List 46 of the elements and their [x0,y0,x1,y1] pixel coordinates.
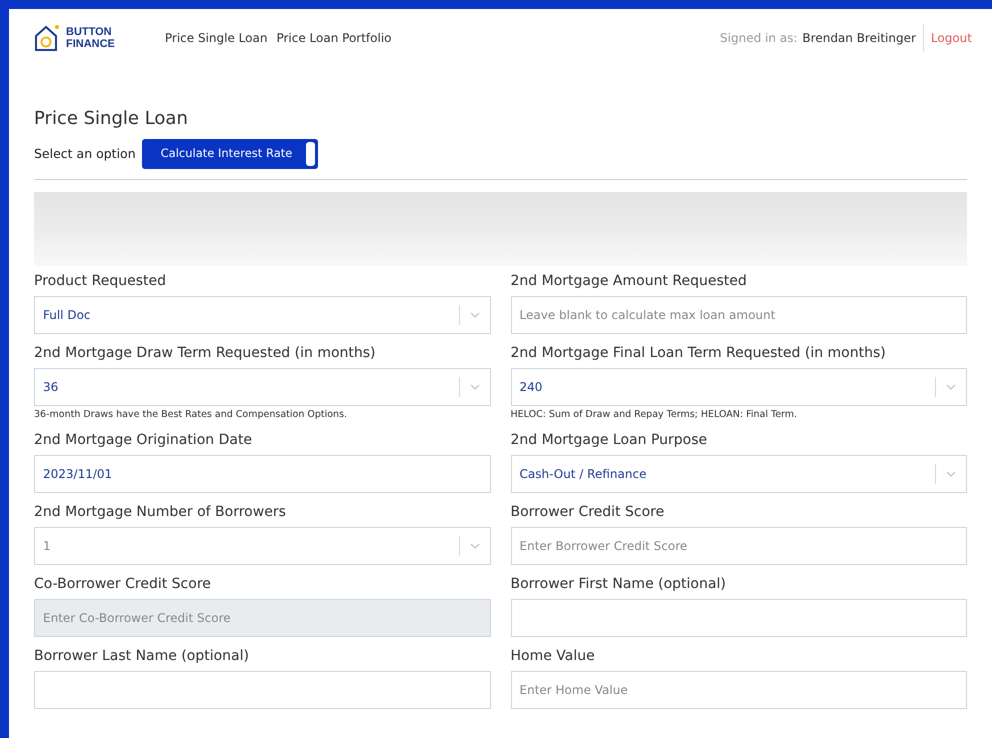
input-field[interactable] [34,671,490,709]
field-label: Product Requested [34,272,167,291]
field-label: Borrower Last Name (optional) [34,647,250,666]
option-label: Select an option [34,144,136,163]
chevron-down-icon [470,312,480,318]
logout-link[interactable]: Logout [930,29,972,47]
field-label: 2nd Mortgage Amount Requested [510,272,748,291]
select-field[interactable]: Full Doc [34,296,490,334]
select-value: Cash-Out / Refinance [520,466,646,483]
brand-name: BUTTON [66,26,113,38]
field-label: 2nd Mortgage Draw Term Requested (in months) [34,344,377,363]
select-value: Full Doc [43,307,91,324]
select-field[interactable]: 1 [34,527,490,565]
field-label: Borrower Credit Score [510,503,666,522]
field-label: 2nd Mortgage Number of Borrowers [34,503,287,522]
input-field[interactable]: Enter Borrower Credit Score [510,527,967,565]
input-field[interactable]: Leave blank to calculate max loan amount [510,296,967,334]
chevron-down-icon [470,543,480,549]
select-value: 240 [520,379,542,396]
select-field[interactable]: Cash-Out / Refinance [510,455,967,493]
select-field[interactable]: 240 [510,368,967,406]
nav-link[interactable]: Price Single Loan [164,29,268,47]
field-label: Borrower First Name (optional) [510,575,727,594]
chevron-down-icon [946,471,956,477]
field-label: 2nd Mortgage Loan Purpose [510,431,708,450]
user-name: Brendan Breitinger [802,30,916,47]
chevron-down-icon [946,384,956,390]
nav-link[interactable]: Price Loan Portfolio [276,29,392,47]
house-logo-icon [34,24,60,52]
input-field[interactable]: Enter Home Value [510,671,967,709]
select-field[interactable]: 36 [34,368,490,406]
input-field[interactable] [510,599,967,637]
page-title: Price Single Loan [34,107,189,131]
field-label: Co-Borrower Credit Score [34,575,212,594]
select-value: 36 [43,379,58,396]
help-text: HELOC: Sum of Draw and Repay Terms; HELOAN: Final Term. [510,409,798,421]
help-text: 36-month Draws have the Best Rates and Compensation Options. [34,409,348,421]
toggle-switch[interactable]: Calculate Interest Rate [142,139,318,169]
field-label: 2nd Mortgage Final Loan Term Requested (in months) [510,344,887,363]
chevron-down-icon [470,384,480,390]
field-label: 2nd Mortgage Origination Date [34,431,254,450]
signed-in-label: Signed in as: [720,30,798,47]
select-placeholder: 1 [43,538,51,555]
brand-name: FINANCE [66,38,115,50]
field-label: Home Value [510,647,596,666]
input-field[interactable]: 2023/11/01 [34,455,490,493]
